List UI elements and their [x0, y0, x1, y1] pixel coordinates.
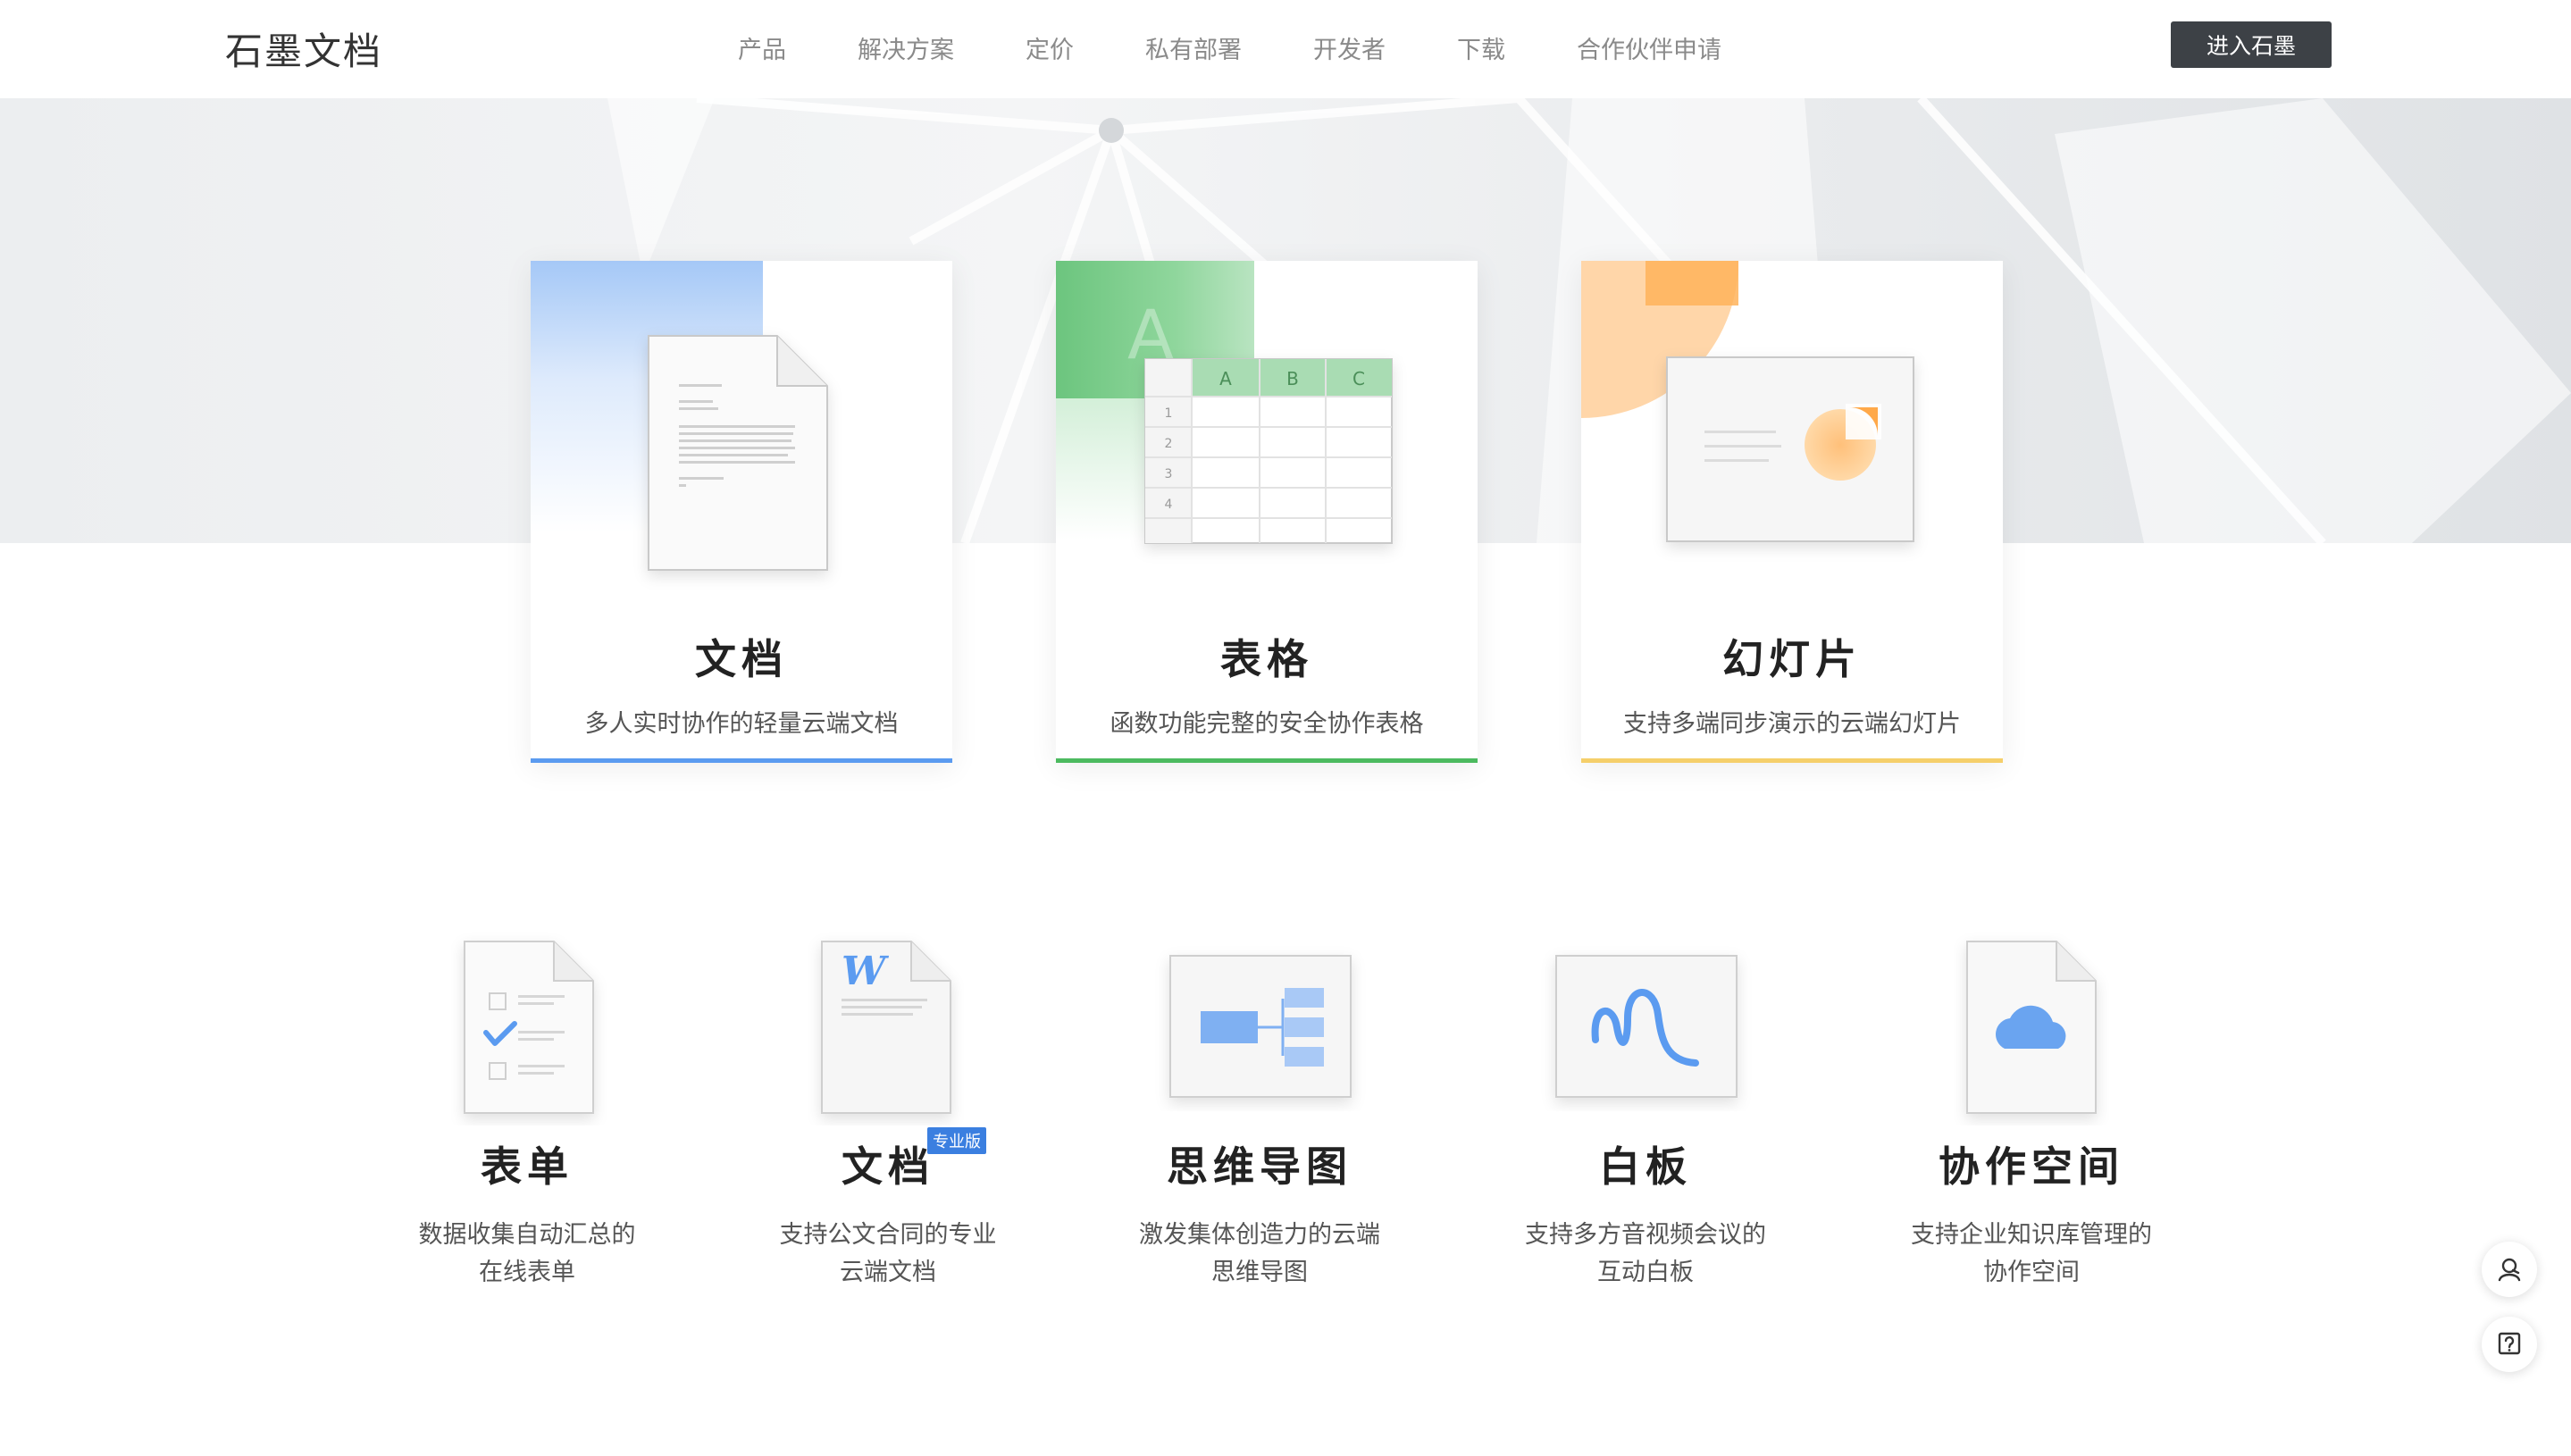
product-title: 协作空间: [1939, 1142, 2124, 1191]
card-description: 支持多端同步演示的云端幻灯片: [1623, 710, 1961, 738]
form-icon: [464, 941, 594, 1114]
nav-item-download[interactable]: 下载: [1457, 30, 1505, 65]
product-description-line: 互动白板: [1597, 1259, 1694, 1286]
nav-item-solutions[interactable]: 解决方案: [858, 30, 954, 65]
product-description-line: 激发集体创造力的云端: [1139, 1221, 1380, 1249]
whiteboard-icon: [1555, 955, 1738, 1098]
nav-item-partners[interactable]: 合作伙伴申请: [1577, 30, 1721, 65]
spreadsheet-illustration: A A B C 1 2 3 4: [1056, 261, 1478, 600]
product-title: 思维导图: [1167, 1142, 1352, 1191]
customer-service-icon: [2498, 1258, 2521, 1282]
product-title: 表单: [481, 1142, 574, 1191]
card-accent-bar: [531, 758, 952, 763]
product-description-line: 协作空间: [1983, 1259, 2080, 1286]
product-card-document[interactable]: 文档 多人实时协作的轻量云端文档: [531, 261, 952, 763]
mindmap-icon: [1169, 955, 1352, 1098]
product-description-line: 支持多方音视频会议的: [1525, 1221, 1766, 1249]
top-header: 石墨文档 产品 解决方案 定价 私有部署 开发者 下载 合作伙伴申请 进入石墨: [0, 0, 2571, 98]
sheet-row-number: 1: [1165, 406, 1173, 421]
spreadsheet-grid-icon: A B C 1 2 3 4: [1144, 358, 1393, 544]
card-description: 函数功能完整的安全协作表格: [1110, 710, 1424, 738]
help-button[interactable]: [2482, 1317, 2537, 1372]
product-description-line: 支持企业知识库管理的: [1911, 1221, 2152, 1249]
customer-service-button[interactable]: [2482, 1242, 2537, 1297]
site-logo[interactable]: 石墨文档: [225, 21, 382, 76]
word-document-icon: W: [821, 941, 951, 1114]
product-document-pro[interactable]: W 文档 专业版 支持公文合同的专业 云端文档: [736, 929, 1040, 1292]
product-description-line: 在线表单: [479, 1259, 575, 1286]
pro-edition-badge: 专业版: [927, 1127, 986, 1154]
product-description-line: 云端文档: [840, 1259, 936, 1286]
nav-item-developers[interactable]: 开发者: [1313, 30, 1386, 65]
product-description-line: 数据收集自动汇总的: [418, 1221, 636, 1249]
document-illustration: [531, 261, 952, 600]
slide-presentation-icon: [1581, 261, 1914, 542]
card-title: 表格: [1220, 635, 1313, 683]
card-accent-bar: [1581, 758, 2003, 763]
product-collaboration-space[interactable]: 协作空间 支持企业知识库管理的 协作空间: [1880, 929, 2183, 1292]
cloud-space-icon: [1966, 941, 2097, 1114]
help-icon: [2498, 1332, 2521, 1355]
card-description: 多人实时协作的轻量云端文档: [584, 710, 899, 738]
nav-item-product[interactable]: 产品: [738, 30, 786, 65]
product-title: 白板: [1599, 1142, 1692, 1191]
enter-app-button[interactable]: 进入石墨: [2171, 21, 2332, 68]
product-description-line: 支持公文合同的专业: [779, 1221, 997, 1249]
product-description-line: 思维导图: [1211, 1259, 1308, 1286]
sheet-row-number: 4: [1165, 498, 1173, 512]
product-card-spreadsheet[interactable]: A A B C 1 2 3 4 表格 函数功能完整的安全协作表格: [1056, 261, 1478, 763]
sheet-column-header: C: [1352, 368, 1365, 389]
product-card-slides[interactable]: 幻灯片 支持多端同步演示的云端幻灯片: [1581, 261, 2003, 763]
nav-item-pricing[interactable]: 定价: [1026, 30, 1074, 65]
product-title: 文档 专业版: [842, 1127, 986, 1193]
nav-item-private-deploy[interactable]: 私有部署: [1145, 30, 1242, 65]
card-accent-bar: [1056, 758, 1478, 763]
document-page-icon: [648, 335, 828, 571]
sheet-column-header: B: [1286, 368, 1299, 389]
card-title: 文档: [695, 635, 788, 683]
sheet-row-number: 2: [1165, 437, 1173, 451]
slides-illustration: [1581, 261, 2003, 600]
product-whiteboard[interactable]: 白板 支持多方音视频会议的 互动白板: [1494, 929, 1797, 1292]
main-nav: 产品 解决方案 定价 私有部署 开发者 下载 合作伙伴申请: [738, 30, 1793, 65]
product-mindmap[interactable]: 思维导图 激发集体创造力的云端 思维导图: [1108, 929, 1411, 1292]
product-form[interactable]: 表单 数据收集自动汇总的 在线表单: [375, 929, 679, 1292]
sheet-row-number: 3: [1165, 467, 1173, 481]
card-title: 幻灯片: [1722, 635, 1862, 683]
word-letter: W: [842, 949, 890, 994]
sheet-column-header: A: [1219, 368, 1232, 389]
